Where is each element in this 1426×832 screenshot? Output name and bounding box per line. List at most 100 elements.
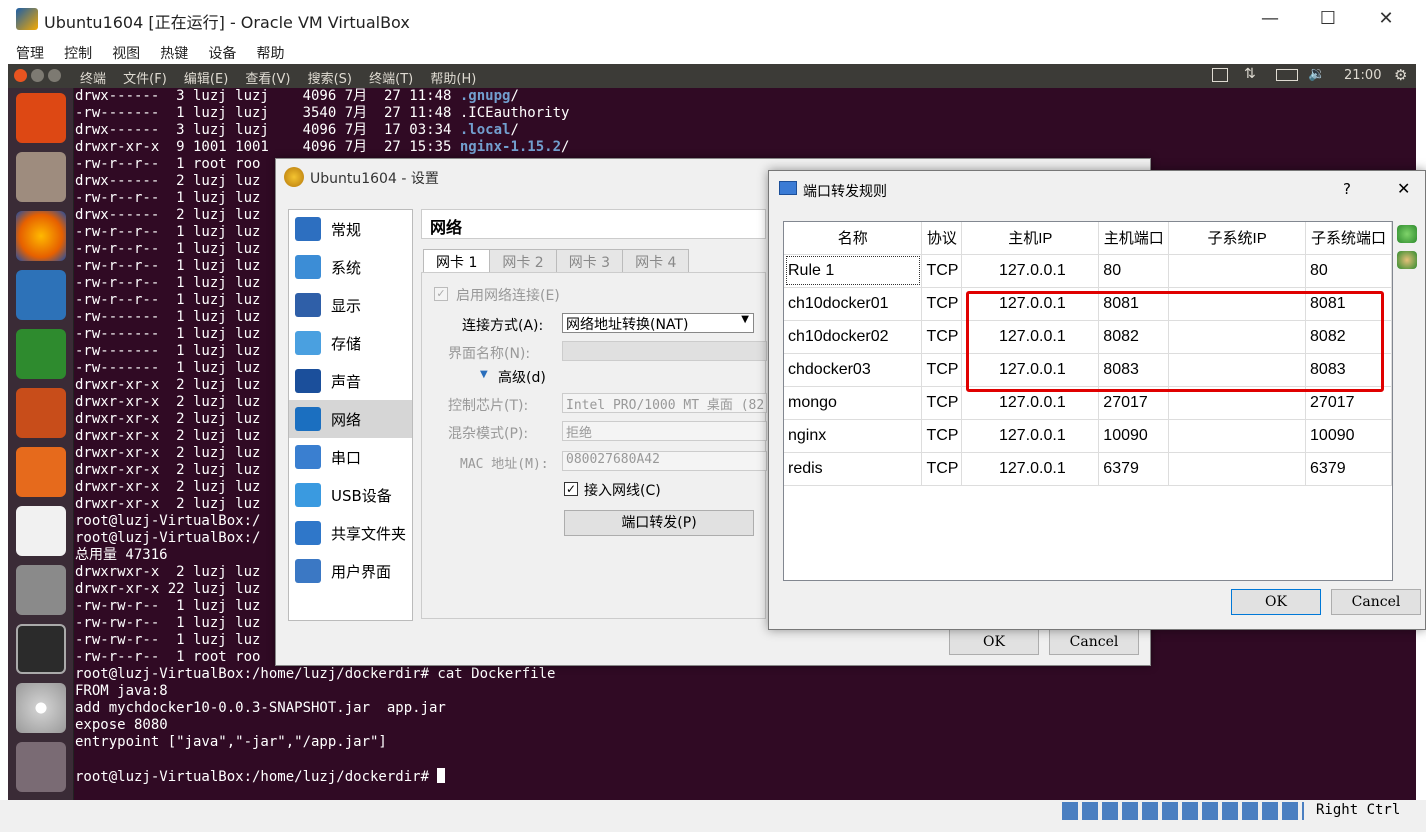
adapter-type-select[interactable]: Intel PRO/1000 MT 桌面 (82: [562, 393, 767, 413]
menu-item-help[interactable]: 帮助: [256, 46, 284, 62]
nav-item[interactable]: 共享文件夹: [289, 514, 412, 552]
term-menu-search[interactable]: 搜索(S): [308, 72, 352, 87]
advanced-toggle[interactable]: 高级(d): [498, 367, 546, 387]
column-header[interactable]: 协议: [921, 222, 963, 255]
expand-triangle-icon[interactable]: ▼: [480, 369, 488, 380]
cable-connected-checkbox[interactable]: ✓: [564, 482, 578, 496]
minimize-icon[interactable]: [31, 69, 45, 82]
table-cell[interactable]: nginx: [784, 419, 923, 453]
settings-cancel-button[interactable]: Cancel: [1049, 629, 1139, 655]
add-rule-icon[interactable]: [1397, 225, 1417, 243]
table-cell[interactable]: [1168, 419, 1307, 453]
table-cell[interactable]: TCP: [921, 320, 963, 354]
network-icon[interactable]: ⇅: [1244, 66, 1256, 82]
pf-ok-button[interactable]: OK: [1231, 589, 1321, 615]
table-cell[interactable]: TCP: [921, 386, 963, 420]
table-cell[interactable]: 80: [1098, 254, 1170, 288]
nav-item[interactable]: 显示: [289, 286, 412, 324]
table-row[interactable]: nginx TCP 127.0.0.1 10090 10090: [784, 419, 1392, 453]
pf-close-button[interactable]: ✕: [1397, 179, 1410, 198]
pf-cancel-button[interactable]: Cancel: [1331, 589, 1421, 615]
maximize-button[interactable]: ☐: [1308, 8, 1348, 32]
tab-adapter-1[interactable]: 网卡 1: [423, 249, 491, 274]
enable-network-checkbox[interactable]: ✓: [434, 287, 448, 301]
tab-adapter-3[interactable]: 网卡 3: [555, 249, 624, 274]
volume-icon[interactable]: 🔉: [1308, 66, 1325, 82]
column-header[interactable]: 子系统IP: [1168, 222, 1307, 255]
help-button[interactable]: ?: [1343, 180, 1351, 198]
impress-icon[interactable]: [16, 388, 66, 438]
term-menu-terminal2[interactable]: 终端(T): [369, 72, 413, 87]
close-icon[interactable]: [14, 69, 27, 82]
minimize-button[interactable]: —: [1250, 8, 1290, 32]
interface-name-select[interactable]: [562, 341, 767, 361]
settings-ok-button[interactable]: OK: [949, 629, 1039, 655]
menu-item-control[interactable]: 控制: [64, 46, 92, 62]
table-cell[interactable]: TCP: [921, 353, 963, 387]
menu-item-view[interactable]: 视图: [112, 46, 140, 62]
nav-item[interactable]: 系统: [289, 248, 412, 286]
nav-item[interactable]: 用户界面: [289, 552, 412, 590]
files-icon[interactable]: [16, 152, 66, 202]
column-header[interactable]: 主机端口: [1098, 222, 1170, 255]
term-menu-file[interactable]: 文件(F): [123, 72, 167, 87]
nav-item[interactable]: 网络: [289, 400, 412, 438]
table-row[interactable]: Rule 1 TCP 127.0.0.1 80 80: [784, 254, 1392, 288]
term-menu-edit[interactable]: 编辑(E): [184, 72, 228, 87]
nav-item[interactable]: 声音: [289, 362, 412, 400]
table-cell[interactable]: 10090: [1305, 419, 1392, 453]
table-cell[interactable]: 127.0.0.1: [961, 452, 1100, 486]
term-menu-help[interactable]: 帮助(H): [430, 72, 476, 87]
menu-item-manage[interactable]: 管理: [16, 46, 44, 62]
table-cell[interactable]: TCP: [921, 452, 963, 486]
trash-icon[interactable]: [16, 742, 66, 792]
table-cell[interactable]: TCP: [921, 287, 963, 321]
port-forward-button[interactable]: 端口转发(P): [564, 510, 754, 536]
table-cell[interactable]: ch10docker02: [784, 320, 923, 354]
gear-icon[interactable]: ⚙: [1394, 66, 1407, 84]
remove-rule-icon[interactable]: [1397, 251, 1417, 269]
table-cell[interactable]: mongo: [784, 386, 923, 420]
table-cell[interactable]: 127.0.0.1: [961, 419, 1100, 453]
table-cell[interactable]: 6379: [1098, 452, 1170, 486]
table-cell[interactable]: [1168, 452, 1307, 486]
table-cell[interactable]: redis: [784, 452, 923, 486]
device-status-icons[interactable]: [1062, 802, 1304, 820]
term-menu-terminal[interactable]: 终端: [80, 72, 106, 87]
maximize-icon[interactable]: [48, 69, 62, 82]
disc-icon[interactable]: [16, 683, 66, 733]
ubuntu-dash-icon[interactable]: [16, 93, 66, 143]
table-cell[interactable]: Rule 1: [784, 254, 923, 288]
settings-icon[interactable]: [16, 565, 66, 615]
keyboard-icon[interactable]: [1212, 68, 1228, 82]
column-header[interactable]: 主机IP: [961, 222, 1100, 255]
nav-item[interactable]: 存储: [289, 324, 412, 362]
column-header[interactable]: 子系统端口: [1305, 222, 1392, 255]
software-center-icon[interactable]: [16, 447, 66, 497]
promisc-select[interactable]: 拒绝: [562, 421, 767, 441]
amazon-icon[interactable]: [16, 506, 66, 556]
menu-item-hotkey[interactable]: 热键: [160, 46, 188, 62]
table-cell[interactable]: 127.0.0.1: [961, 254, 1100, 288]
mac-field[interactable]: 080027680A42: [562, 451, 767, 471]
clock[interactable]: 21:00: [1344, 68, 1381, 83]
table-cell[interactable]: 10090: [1098, 419, 1170, 453]
attach-select[interactable]: 网络地址转换(NAT) ▼: [562, 313, 754, 333]
table-row[interactable]: redis TCP 127.0.0.1 6379 6379: [784, 452, 1392, 486]
nav-item[interactable]: 常规: [289, 210, 412, 248]
firefox-icon[interactable]: [16, 211, 66, 261]
table-cell[interactable]: 80: [1305, 254, 1392, 288]
table-cell[interactable]: [1168, 254, 1307, 288]
nav-item[interactable]: USB设备: [289, 476, 412, 514]
menu-item-devices[interactable]: 设备: [208, 46, 236, 62]
calc-icon[interactable]: [16, 329, 66, 379]
tab-adapter-4[interactable]: 网卡 4: [622, 249, 690, 274]
tab-adapter-2[interactable]: 网卡 2: [489, 249, 557, 274]
column-header[interactable]: 名称: [784, 222, 923, 255]
term-menu-view[interactable]: 查看(V): [245, 72, 290, 87]
table-cell[interactable]: TCP: [921, 419, 963, 453]
terminal-icon[interactable]: [16, 624, 66, 674]
table-cell[interactable]: TCP: [921, 254, 963, 288]
close-button[interactable]: ✕: [1366, 8, 1406, 32]
table-cell[interactable]: ch10docker01: [784, 287, 923, 321]
